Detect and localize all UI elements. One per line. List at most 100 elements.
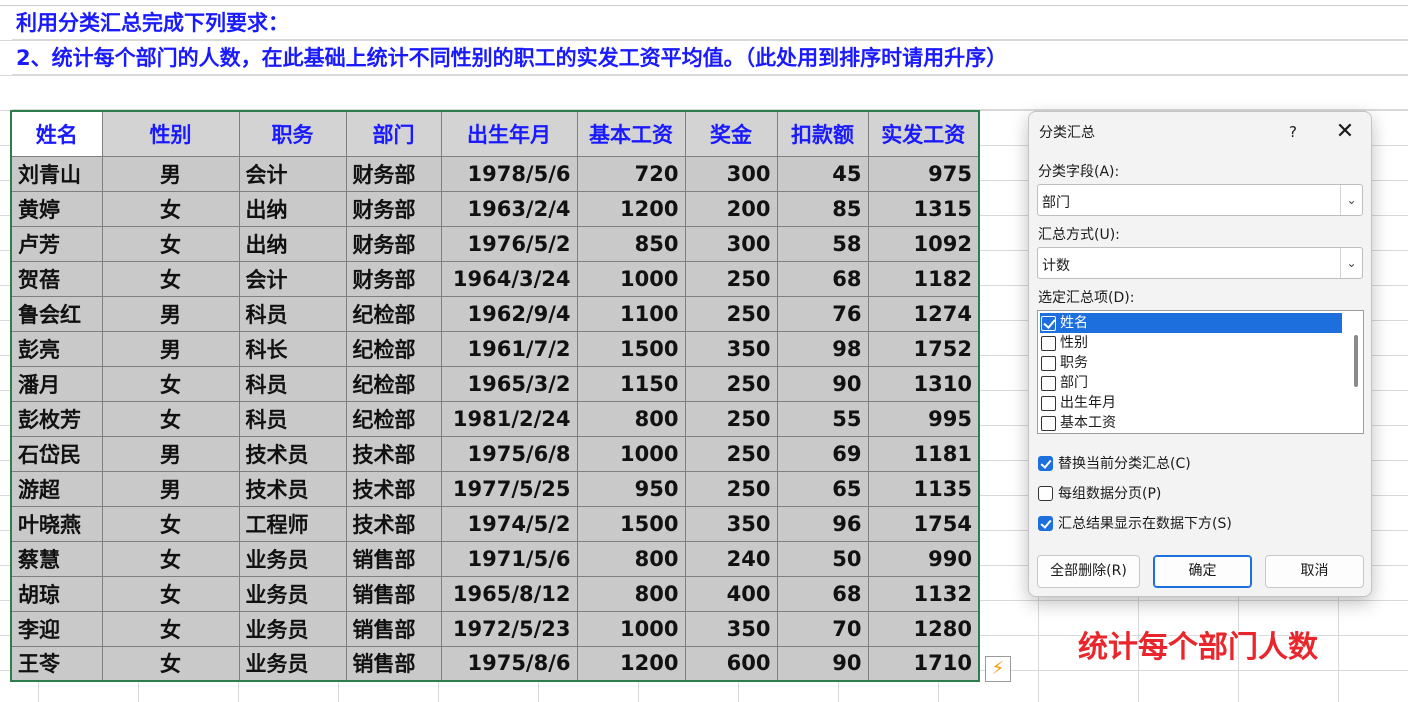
item-checkbox[interactable] [1041,396,1056,411]
cell-position[interactable]: 会计 [238,260,347,297]
cell-net-salary[interactable]: 1092 [867,225,980,262]
cell-deduction[interactable]: 70 [776,610,869,647]
cell-deduction[interactable]: 90 [776,645,869,682]
cell-net-salary[interactable]: 1315 [867,190,980,227]
cell-department[interactable]: 销售部 [345,645,442,682]
cell-birthdate[interactable]: 1975/8/6 [440,645,578,682]
cell-bonus[interactable]: 300 [684,155,778,192]
cell-gender[interactable]: 男 [101,470,240,507]
cell-position[interactable]: 会计 [238,155,347,192]
cell-department[interactable]: 财务部 [345,225,442,262]
cell-birthdate[interactable]: 1971/5/6 [440,540,578,577]
cell-deduction[interactable]: 96 [776,505,869,542]
cell-department[interactable]: 技术部 [345,470,442,507]
cell-position[interactable]: 科员 [238,400,347,437]
cell-net-salary[interactable]: 975 [867,155,980,192]
cell-net-salary[interactable]: 1752 [867,330,980,367]
help-icon[interactable]: ? [1279,118,1307,146]
replace-current-checkbox[interactable] [1038,456,1053,471]
cell-name[interactable]: 贺蓓 [10,260,103,297]
cell-name[interactable]: 叶晓燕 [10,505,103,542]
cell-base-salary[interactable]: 1500 [576,505,686,542]
cell-position[interactable]: 业务员 [238,610,347,647]
cell-position[interactable]: 出纳 [238,225,347,262]
list-item[interactable]: 性别 [1040,333,1342,353]
cell-net-salary[interactable]: 1132 [867,575,980,612]
cell-deduction[interactable]: 76 [776,295,869,332]
cell-birthdate[interactable]: 1963/2/4 [440,190,578,227]
cell-birthdate[interactable]: 1974/5/2 [440,505,578,542]
cell-bonus[interactable]: 400 [684,575,778,612]
cell-net-salary[interactable]: 1280 [867,610,980,647]
close-icon[interactable]: ✕ [1329,116,1361,148]
cell-bonus[interactable]: 250 [684,365,778,402]
cell-net-salary[interactable]: 1181 [867,435,980,472]
function-select[interactable]: 计数 ⌄ [1037,247,1363,279]
cell-gender[interactable]: 男 [101,295,240,332]
cell-gender[interactable]: 女 [101,190,240,227]
cell-base-salary[interactable]: 1000 [576,610,686,647]
cell-name[interactable]: 潘月 [10,365,103,402]
cell-department[interactable]: 纪检部 [345,295,442,332]
lightning-icon[interactable]: ⚡ [985,656,1011,682]
cancel-button[interactable]: 取消 [1265,555,1364,588]
header-cell-department[interactable]: 部门 [345,110,442,157]
cell-department[interactable]: 纪检部 [345,400,442,437]
list-item[interactable]: 部门 [1040,373,1342,393]
cell-gender[interactable]: 女 [101,400,240,437]
cell-deduction[interactable]: 98 [776,330,869,367]
cell-department[interactable]: 财务部 [345,155,442,192]
cell-birthdate[interactable]: 1978/5/6 [440,155,578,192]
cell-base-salary[interactable]: 1200 [576,645,686,682]
header-cell-birthdate[interactable]: 出生年月 [440,110,578,157]
cell-department[interactable]: 纪检部 [345,330,442,367]
cell-department[interactable]: 销售部 [345,540,442,577]
cell-base-salary[interactable]: 1100 [576,295,686,332]
cell-birthdate[interactable]: 1976/5/2 [440,225,578,262]
scrollbar-thumb[interactable] [1354,335,1358,387]
cell-name[interactable]: 黄婷 [10,190,103,227]
cell-position[interactable]: 技术员 [238,435,347,472]
cell-department[interactable]: 技术部 [345,505,442,542]
list-item[interactable]: 出生年月 [1040,393,1342,413]
cell-department[interactable]: 销售部 [345,575,442,612]
subtotal-items-list[interactable]: 姓名 性别 职务 部门 出生年月 基本工资 [1037,310,1364,434]
cell-bonus[interactable]: 250 [684,470,778,507]
blank-row[interactable] [12,76,1408,110]
cell-department[interactable]: 技术部 [345,435,442,472]
cell-bonus[interactable]: 250 [684,295,778,332]
cell-net-salary[interactable]: 1182 [867,260,980,297]
item-checkbox[interactable] [1041,336,1056,351]
item-checkbox[interactable] [1041,356,1056,371]
cell-net-salary[interactable]: 1135 [867,470,980,507]
ok-button[interactable]: 确定 [1153,555,1252,588]
chevron-down-icon[interactable]: ⌄ [1340,248,1362,278]
header-cell-deduction[interactable]: 扣款额 [776,110,869,157]
cell-bonus[interactable]: 250 [684,400,778,437]
cell-department[interactable]: 财务部 [345,190,442,227]
data-table[interactable]: 姓名 性别 职务 部门 出生年月 基本工资 奖金 扣款额 实发工资 刘青山男会计… [10,110,980,682]
cell-bonus[interactable]: 350 [684,330,778,367]
cell-position[interactable]: 业务员 [238,540,347,577]
cell-net-salary[interactable]: 1710 [867,645,980,682]
cell-deduction[interactable]: 69 [776,435,869,472]
cell-bonus[interactable]: 300 [684,225,778,262]
remove-all-button[interactable]: 全部删除(R) [1037,555,1140,588]
chevron-down-icon[interactable]: ⌄ [1340,185,1362,215]
cell-gender[interactable]: 女 [101,645,240,682]
cell-birthdate[interactable]: 1962/9/4 [440,295,578,332]
cell-department[interactable]: 纪检部 [345,365,442,402]
cell-birthdate[interactable]: 1961/7/2 [440,330,578,367]
cell-gender[interactable]: 女 [101,610,240,647]
cell-net-salary[interactable]: 1754 [867,505,980,542]
cell-birthdate[interactable]: 1964/3/24 [440,260,578,297]
group-field-select[interactable]: 部门 ⌄ [1037,184,1363,216]
cell-net-salary[interactable]: 1310 [867,365,980,402]
cell-position[interactable]: 科员 [238,295,347,332]
cell-name[interactable]: 石岱民 [10,435,103,472]
cell-position[interactable]: 出纳 [238,190,347,227]
cell-birthdate[interactable]: 1972/5/23 [440,610,578,647]
cell-base-salary[interactable]: 1000 [576,435,686,472]
cell-position[interactable]: 业务员 [238,575,347,612]
cell-name[interactable]: 游超 [10,470,103,507]
